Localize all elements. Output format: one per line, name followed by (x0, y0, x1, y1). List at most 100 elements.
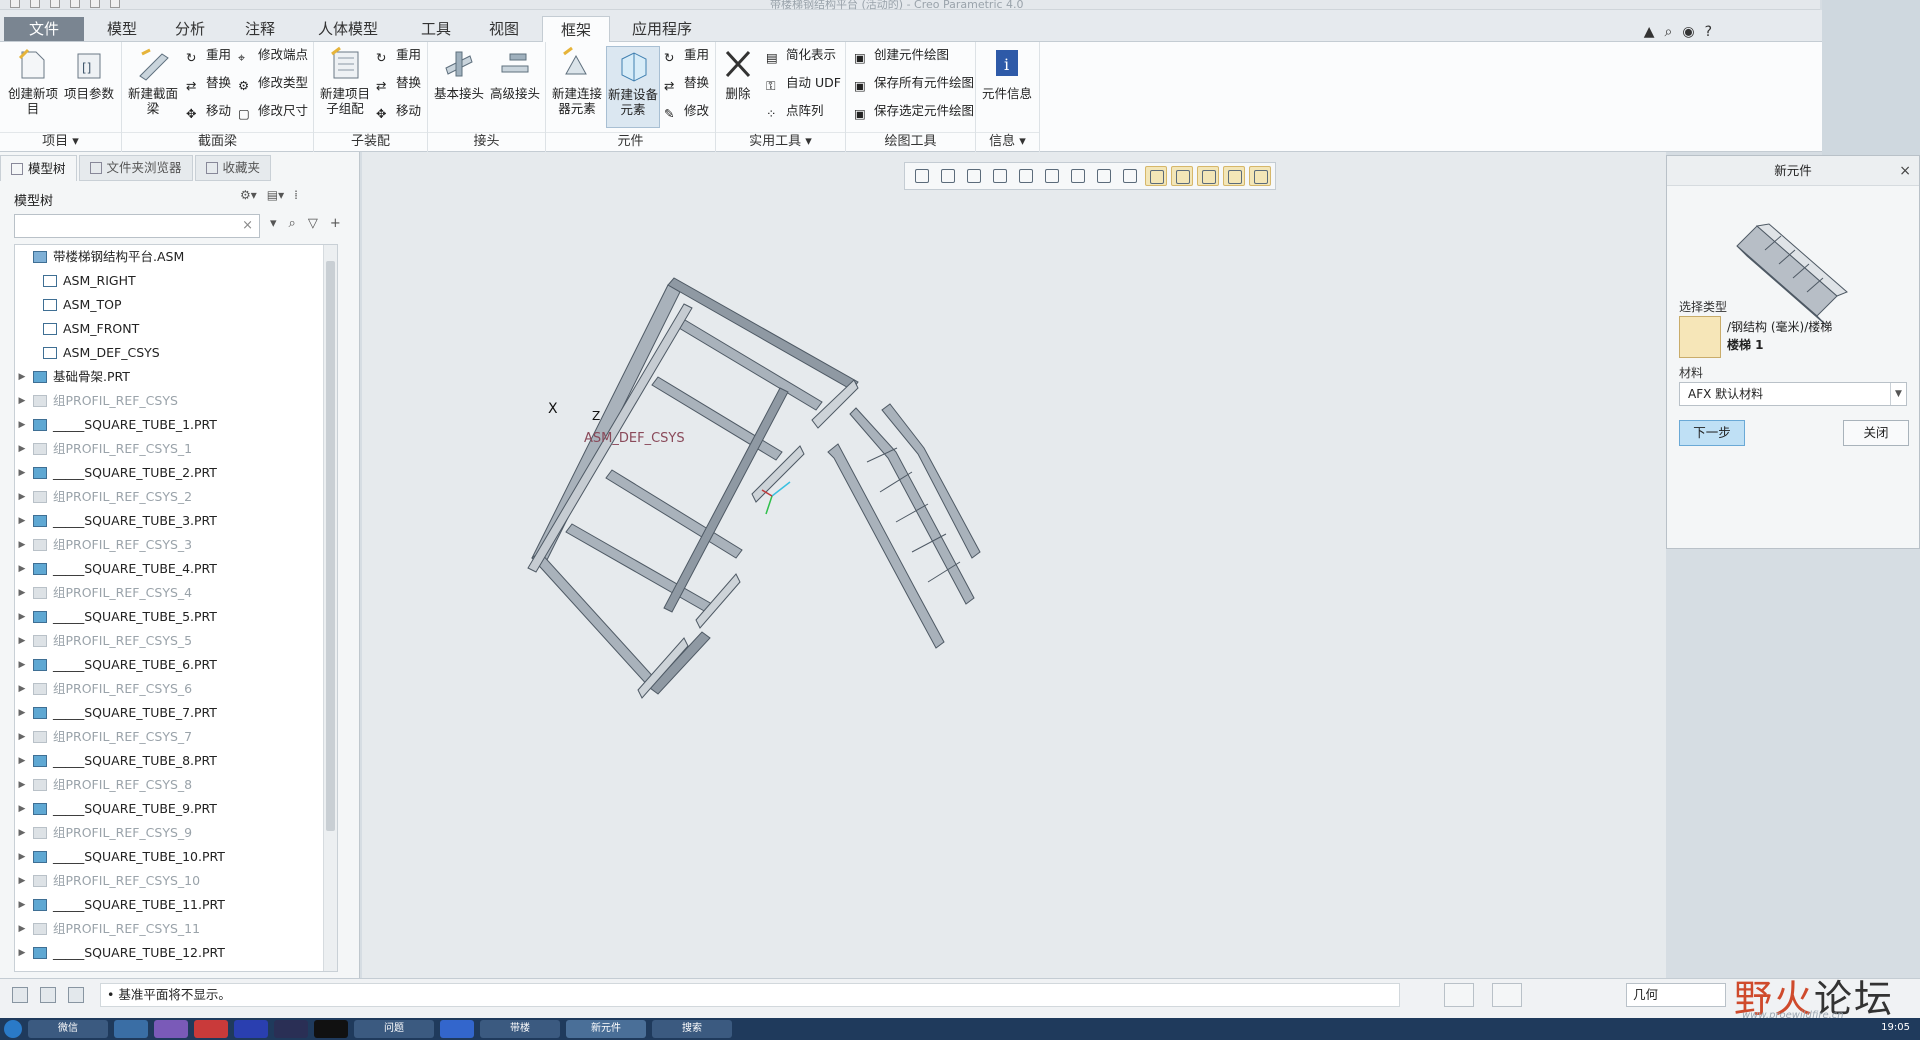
taskbar-item-active[interactable]: 新元件 (566, 1020, 646, 1038)
expand-arrow-icon[interactable]: ▶ (15, 629, 29, 653)
tab-model-tree[interactable]: 模型树 (0, 155, 77, 181)
tree-item[interactable]: ▶ _____SQUARE_TUBE_3.PRT (15, 509, 337, 533)
tree-search-input[interactable]: × (14, 214, 260, 238)
expand-arrow-icon[interactable]: ▶ (15, 869, 29, 893)
edge-icon[interactable] (440, 1020, 474, 1038)
undo-icon[interactable] (70, 0, 80, 8)
expand-arrow-icon[interactable]: ▶ (15, 917, 29, 941)
tab-favorites[interactable]: 收藏夹 (194, 155, 272, 181)
tree-item[interactable]: ▶ _____SQUARE_TUBE_10.PRT (15, 845, 337, 869)
template-folder-icon[interactable] (1679, 316, 1721, 358)
graphics-window[interactable]: X Z ASM_DEF_CSYS (362, 152, 1666, 978)
expand-arrow-icon[interactable]: ▶ (15, 509, 29, 533)
tree-item[interactable]: ASM_RIGHT (15, 269, 337, 293)
expand-arrow-icon[interactable]: ▶ (15, 653, 29, 677)
new-equipment-element-button[interactable]: 新建设备元素 (606, 46, 660, 128)
modify-component-button[interactable]: ✎ 修改 (664, 100, 709, 122)
selection-icon[interactable] (1492, 983, 1522, 1007)
expand-arrow-icon[interactable]: ▶ (15, 725, 29, 749)
tree-item[interactable]: ▶ 组PROFIL_REF_CSYS_7 (15, 725, 337, 749)
close-icon[interactable]: × (1899, 156, 1911, 186)
collapse-ribbon-icon[interactable]: ▲ (1644, 24, 1655, 40)
new-file-icon[interactable] (10, 0, 20, 8)
tab-applications[interactable]: 应用程序 (620, 16, 704, 42)
tree-item[interactable]: 带楼梯钢结构平台.ASM (15, 245, 337, 269)
expand-arrow-icon[interactable]: ▶ (15, 365, 29, 389)
expand-arrow-icon[interactable]: ▶ (15, 389, 29, 413)
photoshop-icon[interactable] (234, 1020, 268, 1038)
reuse-component-button[interactable]: ↻ 重用 (664, 44, 709, 66)
reuse-subassembly-button[interactable]: ↻ 重用 (376, 44, 421, 66)
expand-arrow-icon[interactable]: ▶ (15, 701, 29, 725)
columns-icon[interactable]: ⁞ (294, 188, 298, 202)
taskbar-item[interactable]: 带楼 (480, 1020, 560, 1038)
lightroom-icon[interactable] (274, 1020, 308, 1038)
expand-arrow-icon[interactable]: ▶ (15, 437, 29, 461)
tab-model[interactable]: 模型 (92, 16, 152, 42)
tree-item[interactable]: ▶ _____SQUARE_TUBE_8.PRT (15, 749, 337, 773)
tree-item[interactable]: ▶ 组PROFIL_REF_CSYS_10 (15, 869, 337, 893)
dropdown-icon[interactable]: ▾ (270, 216, 277, 231)
fullscreen-icon[interactable] (68, 987, 84, 1003)
new-subassembly-button[interactable]: 新建项目子组配 (318, 46, 372, 128)
save-selected-drawings-button[interactable]: ▣ 保存选定元件绘图 (854, 100, 974, 122)
app-icon[interactable] (154, 1020, 188, 1038)
move-beam-button[interactable]: ✥ 移动 (186, 100, 231, 122)
tree-item[interactable]: ▶ 组PROFIL_REF_CSYS_8 (15, 773, 337, 797)
search-icon[interactable]: ⌕ (1665, 24, 1673, 40)
tree-item[interactable]: ASM_DEF_CSYS (15, 341, 337, 365)
new-beam-button[interactable]: 新建截面梁 (126, 46, 180, 128)
group-label[interactable]: 信息 ▾ (976, 132, 1039, 150)
expand-arrow-icon[interactable]: ▶ (15, 485, 29, 509)
tree-item[interactable]: ▶ 组PROFIL_REF_CSYS_3 (15, 533, 337, 557)
tree-item[interactable]: ▶ 组PROFIL_REF_CSYS_1 (15, 437, 337, 461)
help-icon[interactable]: ? (1705, 24, 1712, 40)
taskbar-item[interactable]: 问题 (354, 1020, 434, 1038)
expand-arrow-icon[interactable]: ▶ (15, 845, 29, 869)
simplified-rep-button[interactable]: ▤ 简化表示 (766, 44, 836, 66)
expand-arrow-icon[interactable]: ▶ (15, 797, 29, 821)
expand-arrow-icon[interactable]: ▶ (15, 605, 29, 629)
expand-arrow-icon[interactable]: ▶ (15, 461, 29, 485)
expand-arrow-icon[interactable]: ▶ (15, 413, 29, 437)
expand-arrow-icon[interactable]: ▶ (15, 941, 29, 965)
expand-arrow-icon[interactable]: ▶ (15, 581, 29, 605)
tab-analysis[interactable]: 分析 (160, 16, 220, 42)
next-button[interactable]: 下一步 (1679, 420, 1745, 446)
taskbar-item[interactable]: 微信 (28, 1020, 108, 1038)
expand-arrow-icon[interactable]: ▶ (15, 749, 29, 773)
toggle-browser-icon[interactable] (40, 987, 56, 1003)
tree-item[interactable]: ASM_TOP (15, 293, 337, 317)
project-parameters-button[interactable]: [] 项目参数 (62, 46, 116, 128)
tree-item[interactable]: ▶ 基础骨架.PRT (15, 365, 337, 389)
create-new-project-button[interactable]: 创建新项目 (6, 46, 60, 128)
tree-item[interactable]: ▶ _____SQUARE_TUBE_2.PRT (15, 461, 337, 485)
component-info-button[interactable]: i 元件信息 (980, 46, 1034, 128)
basic-joint-button[interactable]: 基本接头 (432, 46, 486, 128)
start-button[interactable] (4, 1020, 22, 1038)
tree-item[interactable]: ▶ _____SQUARE_TUBE_4.PRT (15, 557, 337, 581)
tiktok-icon[interactable] (314, 1020, 348, 1038)
delete-button[interactable]: 删除 (718, 46, 758, 128)
tree-item[interactable]: ▶ _____SQUARE_TUBE_7.PRT (15, 701, 337, 725)
chevron-down-icon[interactable]: ▼ (1890, 383, 1906, 405)
point-pattern-button[interactable]: ⁘ 点阵列 (766, 100, 824, 122)
tab-folder-browser[interactable]: 文件夹浏览器 (78, 155, 193, 181)
tree-item[interactable]: ▶ _____SQUARE_TUBE_1.PRT (15, 413, 337, 437)
group-label[interactable]: 实用工具 ▾ (716, 132, 845, 150)
modify-dimension-button[interactable]: ▢ 修改尺寸 (238, 100, 308, 122)
tab-file[interactable]: 文件 (4, 17, 84, 41)
tab-framework[interactable]: 框架 (542, 16, 610, 43)
tree-item[interactable]: ▶ _____SQUARE_TUBE_6.PRT (15, 653, 337, 677)
save-all-drawings-button[interactable]: ▣ 保存所有元件绘图 (854, 72, 974, 94)
open-file-icon[interactable] (30, 0, 40, 8)
selection-filter-select[interactable]: 几何 (1626, 983, 1726, 1007)
add-icon[interactable]: + (330, 216, 341, 231)
redo-icon[interactable] (90, 0, 100, 8)
expand-arrow-icon[interactable]: ▶ (15, 821, 29, 845)
expand-arrow-icon[interactable]: ▶ (15, 893, 29, 917)
modify-endpoint-button[interactable]: ⌖ 修改端点 (238, 44, 308, 66)
expand-arrow-icon[interactable]: ▶ (15, 773, 29, 797)
move-subassembly-button[interactable]: ✥ 移动 (376, 100, 421, 122)
tree-item[interactable]: ▶ 组PROFIL_REF_CSYS_4 (15, 581, 337, 605)
